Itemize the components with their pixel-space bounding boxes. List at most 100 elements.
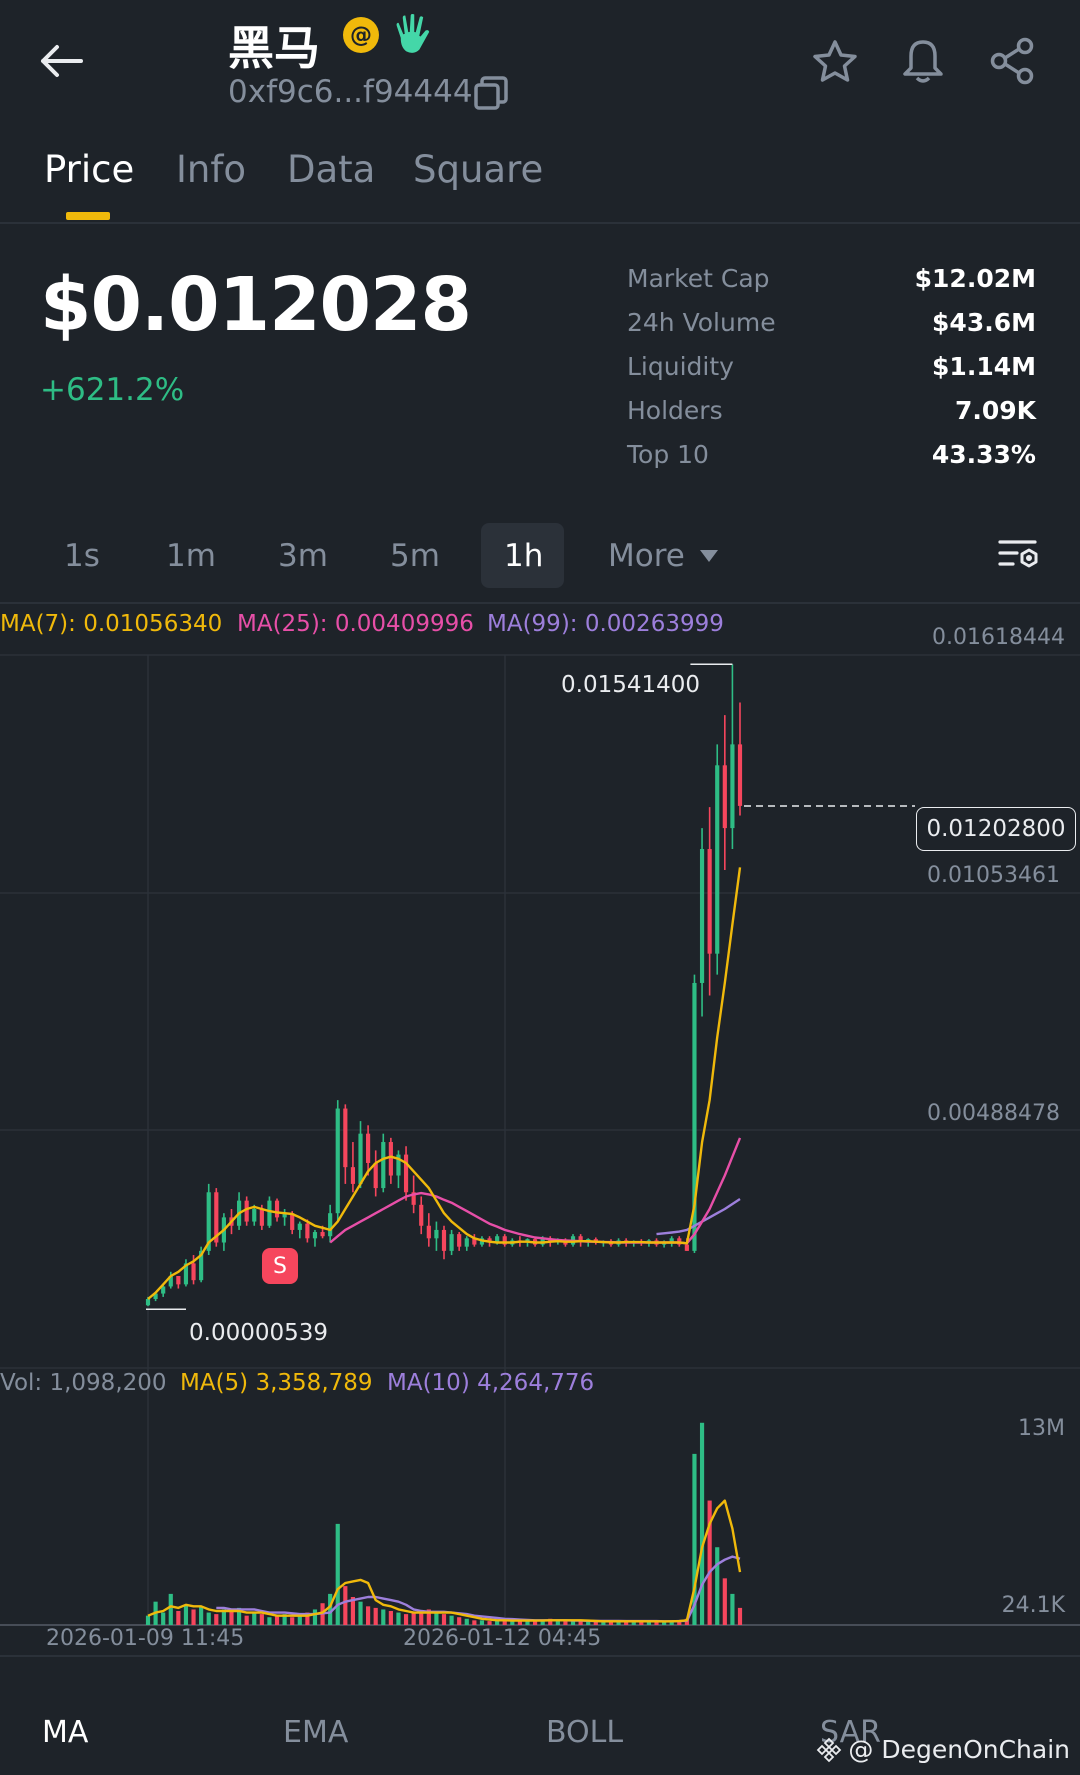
candle-body xyxy=(267,1200,272,1226)
star-icon xyxy=(813,40,857,82)
volume-bar xyxy=(722,1578,727,1625)
candle-body xyxy=(358,1133,363,1184)
volume-bar xyxy=(366,1606,371,1625)
alert-button[interactable] xyxy=(896,34,950,88)
favorite-button[interactable] xyxy=(808,36,862,88)
candle-body xyxy=(426,1225,431,1239)
interval-1m[interactable]: 1m xyxy=(166,538,216,574)
volume-ma5-line xyxy=(147,1499,742,1623)
candle-body xyxy=(441,1229,447,1251)
volume-bar xyxy=(244,1615,249,1625)
volume-bar xyxy=(737,1607,743,1625)
share-button[interactable] xyxy=(984,34,1040,88)
candle-body xyxy=(419,1204,424,1226)
candle-body xyxy=(449,1234,454,1251)
watermark-text: @ DegenOnChain xyxy=(848,1735,1070,1764)
stat-label: Holders xyxy=(627,396,723,425)
chart-settings-button[interactable] xyxy=(995,532,1043,580)
volume-bar xyxy=(388,1611,393,1625)
volume-bar xyxy=(563,1621,568,1625)
volume-bar xyxy=(206,1612,211,1625)
back-button[interactable] xyxy=(30,36,90,86)
interval-3m[interactable]: 3m xyxy=(278,538,328,574)
bell-icon xyxy=(903,40,943,83)
stat-value: 7.09K xyxy=(954,396,1036,425)
volume-bar xyxy=(168,1593,173,1625)
volume-bar xyxy=(434,1612,439,1625)
volume-bar xyxy=(449,1615,454,1625)
volume-bar xyxy=(479,1620,485,1625)
sell-marker-label: S xyxy=(273,1253,287,1279)
tab-price[interactable]: Price xyxy=(44,148,134,191)
indicator-ema[interactable]: EMA xyxy=(283,1715,348,1750)
stat-value: $1.14M xyxy=(932,352,1036,381)
candle-body xyxy=(722,765,727,829)
at-badge-icon: @ xyxy=(341,15,381,55)
copy-address-button[interactable] xyxy=(470,72,512,114)
volume-bar xyxy=(730,1593,735,1625)
price-chart[interactable] xyxy=(0,600,1080,1640)
volume-bar xyxy=(343,1586,348,1625)
back-arrow-icon xyxy=(41,45,83,77)
candle-body xyxy=(145,1299,151,1306)
volume-bar xyxy=(457,1617,462,1625)
volume-bar xyxy=(176,1611,181,1625)
interval-more[interactable]: More xyxy=(608,538,719,574)
candle-body xyxy=(350,1167,356,1184)
sell-marker[interactable]: S xyxy=(262,1248,298,1284)
candle-body xyxy=(730,744,735,829)
chart-settings-icon xyxy=(998,540,1038,568)
indicator-boll[interactable]: BOLL xyxy=(546,1715,623,1750)
volume-bar xyxy=(699,1422,705,1625)
stat-label: 24h Volume xyxy=(627,308,776,337)
candle-body xyxy=(297,1223,302,1230)
candle-body xyxy=(707,849,712,954)
volume-ma10-line xyxy=(216,1555,741,1623)
price-axis-label-low: 0.00488478 xyxy=(927,1101,1060,1126)
volume-bar xyxy=(312,1609,318,1625)
candle-body xyxy=(366,1133,371,1163)
volume-axis-label-bottom: 24.1K xyxy=(1001,1593,1065,1618)
price-axis-label-top: 0.01618444 xyxy=(932,625,1065,650)
candle-body xyxy=(388,1142,393,1176)
token-name: 黑马 xyxy=(228,21,320,75)
tab-data[interactable]: Data xyxy=(287,148,375,191)
stat-value: $43.6M xyxy=(932,308,1036,337)
hand-wave-icon xyxy=(392,12,434,58)
share-icon xyxy=(990,37,1034,85)
volume-bar xyxy=(396,1612,401,1625)
header: 黑马 @ 0xf9c6...f94444 xyxy=(0,0,1080,125)
candle-body xyxy=(252,1209,257,1222)
volume-bar xyxy=(191,1609,196,1625)
volume-bar xyxy=(161,1612,166,1625)
candle-body xyxy=(684,1244,689,1251)
volume-bar xyxy=(593,1621,598,1625)
volume-bar xyxy=(229,1611,234,1625)
candle-body xyxy=(737,744,743,806)
high-price-label: 0.01541400 xyxy=(561,672,701,698)
interval-1s[interactable]: 1s xyxy=(64,538,100,574)
volume-bar xyxy=(381,1609,386,1625)
candle-body xyxy=(328,1213,333,1237)
tab-info[interactable]: Info xyxy=(176,148,246,191)
interval-1h[interactable]: 1h xyxy=(504,538,543,574)
stat-label: Liquidity xyxy=(627,352,734,381)
token-title: 黑马 xyxy=(228,12,320,78)
candle-body xyxy=(403,1154,409,1193)
indicator-ma[interactable]: MA xyxy=(42,1715,88,1750)
volume-bar xyxy=(472,1620,477,1625)
svg-text:@: @ xyxy=(350,23,372,48)
volume-bar xyxy=(297,1615,302,1625)
stat-value: $12.02M xyxy=(914,264,1036,293)
volume-ma5-legend: MA(5) 3,358,789 xyxy=(180,1370,373,1396)
candle-body xyxy=(305,1223,310,1239)
tabs-divider xyxy=(0,222,1080,224)
interval-5m[interactable]: 5m xyxy=(390,538,440,574)
candle-body xyxy=(335,1108,340,1214)
tab-square[interactable]: Square xyxy=(413,148,543,191)
stat-label: Top 10 xyxy=(627,440,709,469)
candle-body xyxy=(373,1162,378,1189)
volume-bar xyxy=(464,1618,469,1625)
volume-bar xyxy=(145,1615,151,1625)
volume-bar xyxy=(259,1614,264,1625)
